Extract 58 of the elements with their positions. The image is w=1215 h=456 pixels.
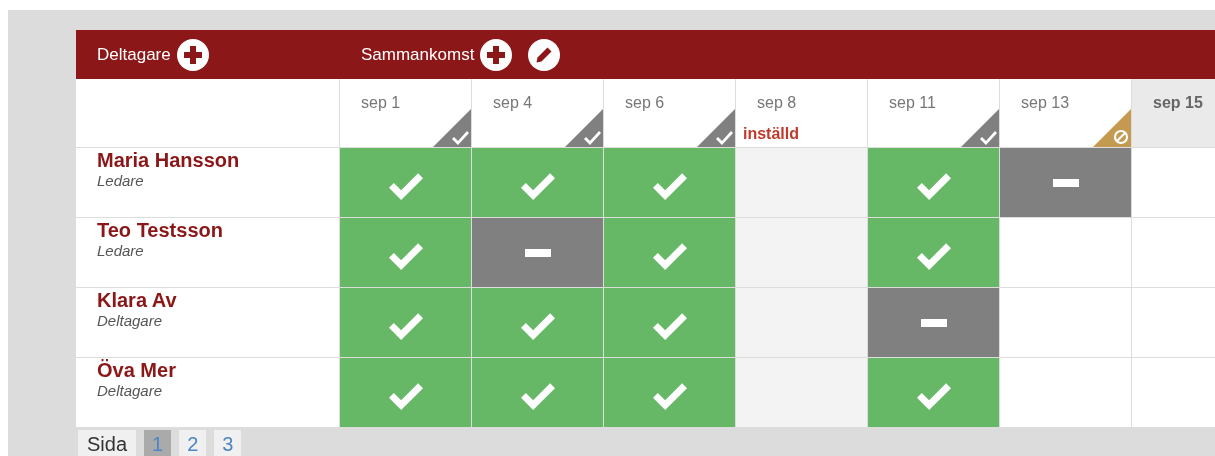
attendance-cell[interactable] xyxy=(1000,218,1132,288)
attendance-cell[interactable] xyxy=(604,358,736,428)
attendance-cell[interactable] xyxy=(472,218,604,288)
date-label: sep 8 xyxy=(757,94,797,112)
participant-name[interactable]: Klara Av xyxy=(97,289,339,312)
page-label: Sida xyxy=(78,430,137,456)
add-meeting-icon[interactable] xyxy=(480,38,513,71)
date-header[interactable]: sep 6 xyxy=(604,79,736,148)
page-button[interactable]: 3 xyxy=(214,430,242,456)
attendance-cell[interactable] xyxy=(1000,148,1132,218)
attendance-cell[interactable] xyxy=(868,358,1000,428)
pencil-icon[interactable] xyxy=(528,38,561,71)
attendance-cell[interactable] xyxy=(472,148,604,218)
participant-role: Deltagare xyxy=(97,312,164,329)
date-header[interactable]: sep 1 xyxy=(340,79,472,148)
date-header[interactable]: sep 8 inställd xyxy=(736,79,868,148)
participants-label: Deltagare xyxy=(97,44,171,65)
date-label: sep 1 xyxy=(361,94,401,112)
dash-icon xyxy=(524,248,551,257)
date-header[interactable]: sep 4 xyxy=(472,79,604,148)
attendance-cell[interactable] xyxy=(1000,288,1132,358)
attendance-cell[interactable] xyxy=(1000,358,1132,428)
add-participant-icon[interactable] xyxy=(176,38,209,71)
participant-name[interactable]: Teo Testsson xyxy=(97,219,339,242)
attendance-cell[interactable] xyxy=(736,148,868,218)
dash-icon xyxy=(1052,178,1079,187)
attendance-cell[interactable] xyxy=(736,358,868,428)
attendance-cell[interactable] xyxy=(472,358,604,428)
date-label: sep 13 xyxy=(1021,94,1070,112)
attendance-cell[interactable] xyxy=(472,288,604,358)
attendance-cell[interactable] xyxy=(736,218,868,288)
attendance-cell[interactable] xyxy=(604,148,736,218)
date-label: sep 15 xyxy=(1153,94,1203,112)
attendance-cell[interactable] xyxy=(604,218,736,288)
page-button[interactable]: 2 xyxy=(179,430,207,456)
attendance-cell[interactable] xyxy=(340,288,472,358)
dash-icon xyxy=(920,318,947,327)
attendance-cell[interactable] xyxy=(736,288,868,358)
attendance-cell[interactable] xyxy=(340,148,472,218)
attendance-cell[interactable] xyxy=(868,218,1000,288)
attendance-cell[interactable] xyxy=(340,218,472,288)
participant-role: Ledare xyxy=(97,172,145,189)
date-label: sep 11 xyxy=(889,94,936,112)
date-label: sep 4 xyxy=(493,94,533,112)
participant-name[interactable]: Maria Hansson xyxy=(97,149,339,172)
meetings-label: Sammankomst xyxy=(361,44,475,65)
attendance-cell[interactable] xyxy=(604,288,736,358)
attendance-cell[interactable] xyxy=(868,288,1000,358)
date-label: sep 6 xyxy=(625,94,665,112)
attendance-cell[interactable] xyxy=(868,148,1000,218)
participant-role: Deltagare xyxy=(97,382,164,399)
participant-role: Ledare xyxy=(97,242,145,259)
participant-name[interactable]: Öva Mer xyxy=(97,359,339,382)
date-header[interactable]: sep 13 xyxy=(1000,79,1132,148)
attendance-cell[interactable] xyxy=(340,358,472,428)
date-header[interactable]: sep 11 xyxy=(868,79,1000,148)
date-header[interactable]: sep 15 xyxy=(1132,79,1215,148)
cancelled-label: inställd xyxy=(743,125,799,143)
